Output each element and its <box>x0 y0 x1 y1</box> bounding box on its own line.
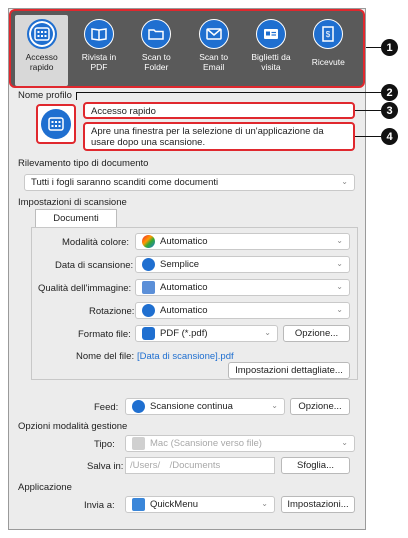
book-icon <box>83 19 114 49</box>
quickmenu-icon <box>132 498 145 511</box>
save-in-label: Salva in: <box>87 461 124 472</box>
browse-button[interactable]: Sfoglia... <box>281 457 350 474</box>
tab-documents[interactable]: Documenti <box>35 209 117 227</box>
scan-side-select[interactable]: Semplice ⌄ <box>135 256 350 273</box>
management-label: Opzioni modalità gestione <box>18 421 128 432</box>
filename-link[interactable]: [Data di scansione].pdf <box>137 351 234 362</box>
grid-icon <box>26 19 57 49</box>
callout-1-line <box>366 47 381 48</box>
format-option-button[interactable]: Opzione... <box>283 325 350 342</box>
doc-detection-label: Rilevamento tipo di documento <box>18 158 149 169</box>
file-format-select[interactable]: PDF (*.pdf) ⌄ <box>135 325 278 342</box>
profile-toolbar: Accesso rapido Rivista in PDF Scan to Fo… <box>9 9 365 88</box>
page-icon <box>142 258 155 271</box>
type-value: Mac (Scansione verso file) <box>150 438 262 449</box>
chevron-down-icon: ⌄ <box>336 259 343 268</box>
color-mode-select[interactable]: Automatico ⌄ <box>135 233 350 250</box>
toolbar-item-label: Scan to Email <box>199 52 229 72</box>
feed-option-button[interactable]: Opzione... <box>290 398 350 415</box>
file-format-label: Formato file: <box>78 329 131 340</box>
image-quality-select[interactable]: Automatico ⌄ <box>135 279 350 296</box>
folder-icon <box>141 19 172 49</box>
toolbar-item-receipts[interactable]: $ Ricevute <box>302 15 355 86</box>
chevron-down-icon: ⌄ <box>336 305 343 314</box>
profile-name-value: Accesso rapido <box>91 106 156 117</box>
chevron-down-icon: ⌄ <box>336 282 343 291</box>
toolbar-item-label: Ricevute <box>311 57 345 67</box>
chevron-down-icon: ⌄ <box>336 236 343 245</box>
toolbar-item-quick-access[interactable]: Accesso rapido <box>15 15 69 86</box>
feed-value: Scansione continua <box>150 401 233 412</box>
toolbar-item-label: Accesso rapido <box>25 52 58 72</box>
receipt-icon: $ <box>313 19 344 49</box>
callout-2: 2 <box>381 84 398 101</box>
application-label: Applicazione <box>18 482 72 493</box>
callout-1: 1 <box>381 39 398 56</box>
pdf-icon <box>142 327 155 340</box>
image-quality-value: Automatico <box>160 282 208 293</box>
toolbar-item-label: Biglietti da visita <box>251 52 291 72</box>
type-select[interactable]: Mac (Scansione verso file) ⌄ <box>125 435 355 452</box>
send-to-label: Invia a: <box>84 500 115 511</box>
toolbar-item-label: Scan to Folder <box>141 52 171 72</box>
color-mode-label: Modalità colore: <box>62 237 130 248</box>
rotation-select[interactable]: Automatico ⌄ <box>135 302 350 319</box>
filename-label: Nome del file: <box>76 351 135 362</box>
send-to-value: QuickMenu <box>150 499 199 510</box>
rotation-label: Rotazione: <box>89 306 135 317</box>
scan-settings-label: Impostazioni di scansione <box>18 197 127 208</box>
toolbar-item-scan-to-folder[interactable]: Scan to Folder <box>130 15 183 86</box>
chevron-down-icon: ⌄ <box>341 438 348 447</box>
doc-detection-value: Tutti i fogli saranno scanditi come docu… <box>31 177 219 188</box>
rotation-value: Automatico <box>160 305 208 316</box>
send-to-select[interactable]: QuickMenu ⌄ <box>125 496 275 513</box>
chevron-down-icon: ⌄ <box>264 328 271 337</box>
chevron-down-icon: ⌄ <box>341 177 348 186</box>
quality-icon <box>142 281 155 294</box>
app-settings-button[interactable]: Impostazioni... <box>281 496 355 513</box>
callout-3-line <box>355 110 381 111</box>
detailed-settings-button[interactable]: Impostazioni dettagliate... <box>228 362 350 379</box>
continuous-scan-icon <box>132 400 145 413</box>
profile-name-label: Nome profilo <box>18 90 72 101</box>
callout-4: 4 <box>381 128 398 145</box>
feed-select[interactable]: Scansione continua ⌄ <box>125 398 285 415</box>
grid-icon <box>41 109 71 139</box>
card-icon <box>255 19 286 49</box>
callout-2-line <box>76 92 381 93</box>
save-in-field[interactable]: /Users/ /Documents <box>125 457 275 474</box>
callout-4-line <box>355 136 381 137</box>
profile-description-text: Apre una finestra per la selezione di un… <box>91 126 324 148</box>
scan-side-value: Semplice <box>160 259 200 270</box>
callout-3: 3 <box>381 102 398 119</box>
svg-text:$: $ <box>326 30 331 39</box>
color-palette-icon <box>142 235 155 248</box>
profile-description[interactable]: Apre una finestra per la selezione di un… <box>83 122 355 151</box>
profile-name-input[interactable]: Accesso rapido <box>83 102 355 119</box>
feed-label: Feed: <box>94 402 119 413</box>
chevron-down-icon: ⌄ <box>261 499 268 508</box>
envelope-icon <box>198 19 229 49</box>
callout-2-leader <box>76 92 77 100</box>
chevron-down-icon: ⌄ <box>271 401 278 410</box>
toolbar-item-pdf-magazine[interactable]: Rivista in PDF <box>72 15 125 86</box>
scan-side-label: Data di scansione: <box>55 260 134 271</box>
profile-icon-button[interactable] <box>36 104 76 144</box>
toolbar-item-business-cards[interactable]: Biglietti da visita <box>244 15 297 86</box>
image-quality-label: Qualità dell'immagine: <box>38 283 132 294</box>
mac-icon <box>132 437 145 450</box>
color-mode-value: Automatico <box>160 236 208 247</box>
save-in-value: /Users/ /Documents <box>130 460 221 471</box>
file-format-value: PDF (*.pdf) <box>160 328 208 339</box>
doc-detection-select[interactable]: Tutti i fogli saranno scanditi come docu… <box>24 174 355 191</box>
toolbar-item-label: Rivista in PDF <box>81 52 117 72</box>
type-label: Tipo: <box>94 439 115 450</box>
toolbar-item-scan-to-email[interactable]: Scan to Email <box>187 15 240 86</box>
rotate-icon <box>142 304 155 317</box>
